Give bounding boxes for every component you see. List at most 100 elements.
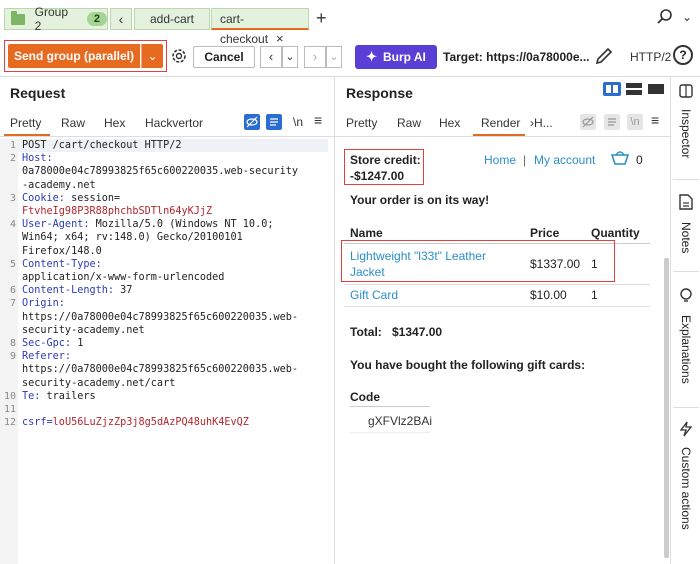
pane-divider[interactable]	[334, 77, 335, 564]
tab-pretty[interactable]: Pretty	[346, 116, 377, 130]
pretty-format-icon[interactable]	[266, 114, 282, 130]
hide-eye-icon[interactable]	[244, 114, 260, 130]
product-quantity: 1	[591, 288, 598, 302]
burp-ai-button[interactable]: ✦ Burp AI	[355, 45, 437, 69]
tab-group-count-badge: 2	[86, 12, 107, 26]
code-line: FtvheIg98P3R88phchbSDTln64yKJjZ	[22, 206, 212, 217]
sidebar-item-explanations[interactable]: Explanations	[679, 315, 693, 384]
cart-icon[interactable]	[611, 151, 629, 167]
back-history-chevron-icon[interactable]: ⌄	[282, 46, 298, 68]
code-line: Firefox/148.0	[22, 246, 102, 257]
code-divider	[350, 432, 430, 433]
line-number: 3	[9, 192, 16, 204]
product-price: $1337.00	[530, 257, 581, 271]
send-group-button[interactable]: Send group (parallel)	[8, 44, 140, 68]
header-name: Te:	[22, 390, 41, 402]
tab-raw[interactable]: Raw	[397, 116, 421, 130]
tab-render[interactable]: Render	[481, 116, 520, 130]
sidebar-divider	[673, 271, 699, 272]
header-value: 37	[114, 285, 133, 297]
tab-hackvertor[interactable]: Hackvertor	[145, 116, 203, 130]
header-value: security-academy.net/cart	[22, 377, 176, 389]
response-scrollbar[interactable]	[664, 258, 669, 558]
header-name: Host:	[22, 153, 53, 165]
back-arrow-icon[interactable]: ‹	[260, 46, 282, 68]
split-horizontal-icon[interactable]	[625, 82, 643, 96]
line-number: 10	[3, 390, 16, 402]
line-number: 7	[9, 298, 16, 310]
close-icon[interactable]: ×	[276, 31, 284, 46]
header-name: Content-Length:	[22, 285, 115, 297]
response-title: Response	[346, 85, 413, 101]
store-credit-label: Store credit:	[350, 153, 421, 167]
param-value: loU56LuZjzZp3j8g5dAzPQ48uhK4EvQZ	[52, 417, 249, 429]
burp-ai-label: Burp AI	[383, 50, 426, 64]
code-line: 0a78000e04c78993825f65c600220035.web-sec…	[22, 166, 298, 177]
code-line: Cookie: session=	[22, 193, 120, 204]
col-header-price: Price	[530, 226, 560, 240]
header-value: application/x-www-form-urlencoded	[22, 272, 225, 283]
code-line: Content-Type:	[22, 259, 102, 270]
header-value: https://0a78000e04c78993825f65c600220035…	[22, 311, 299, 323]
code-line: Sec-Gpc: 1	[22, 338, 83, 349]
header-value: Win64; x64; rv:148.0) Gecko/20100101	[22, 232, 243, 244]
gift-cards-heading: You have bought the following gift cards…	[350, 358, 586, 372]
toolbar-divider	[0, 76, 700, 77]
param-name: csrf=	[22, 417, 53, 429]
cancel-button[interactable]: Cancel	[193, 46, 255, 68]
send-options-chevron-icon[interactable]: ⌄	[141, 44, 163, 68]
tab-hex[interactable]: Hex	[439, 116, 460, 130]
code-line: Host:	[22, 153, 53, 164]
newline-toggle-icon[interactable]: \n	[627, 114, 643, 130]
product-name-link[interactable]: Gift Card	[350, 288, 398, 302]
cookie-value: FtvheIg98P3R88phchbSDTln64yKJjZ	[22, 206, 213, 217]
tab-pretty[interactable]: Pretty	[10, 116, 41, 130]
tab-hex[interactable]: Hex	[104, 116, 125, 130]
sparkle-icon: ✦	[366, 49, 377, 64]
header-name: User-Agent:	[22, 219, 90, 231]
chevron-down-icon[interactable]: ⌄	[682, 10, 692, 24]
header-value: https://0a78000e04c78993825f65c600220035…	[22, 364, 299, 376]
inspector-icon	[679, 84, 693, 98]
hide-eye-icon[interactable]	[580, 114, 596, 130]
newline-toggle-icon[interactable]: \n	[293, 115, 303, 129]
header-value: Firefox/148.0	[22, 245, 102, 257]
protocol-label[interactable]: HTTP/2	[630, 50, 671, 64]
tab-add-cart[interactable]: add-cart	[134, 8, 210, 30]
tab-overflow[interactable]: ›H...	[530, 116, 553, 130]
add-tab-plus-icon[interactable]: +	[316, 8, 327, 29]
product-name-link-cont[interactable]: Jacket	[350, 265, 385, 279]
sidebar-item-custom-actions[interactable]: Custom actions	[679, 447, 693, 530]
collapse-group-chevron-icon[interactable]: ‹	[110, 8, 132, 30]
pretty-format-icon[interactable]	[604, 114, 620, 130]
gear-icon[interactable]	[170, 47, 188, 65]
tab-group-2[interactable]: Group 2 2	[4, 5, 108, 33]
code-header: Code	[350, 390, 380, 404]
nav-my-account-link[interactable]: My account	[534, 153, 595, 167]
help-icon[interactable]: ?	[673, 45, 693, 65]
forward-arrow-icon[interactable]: ›	[304, 46, 326, 68]
product-price: $10.00	[530, 288, 567, 302]
code-line: security-academy.net/cart	[22, 378, 175, 389]
menu-icon[interactable]: ≡	[314, 112, 322, 128]
tab-raw[interactable]: Raw	[61, 116, 85, 130]
target-url: Target: https://0a78000e...	[443, 50, 590, 64]
tab-cart-checkout[interactable]: cart-checkout ×	[211, 8, 309, 46]
sidebar-item-inspector[interactable]: Inspector	[679, 109, 693, 158]
tab-group-label: Group 2	[34, 5, 68, 33]
gift-card-code: gXFVlz2BAi	[368, 414, 433, 428]
single-pane-icon[interactable]	[647, 82, 665, 96]
sidebar-item-notes[interactable]: Notes	[679, 222, 693, 253]
product-name-link[interactable]: Lightweight "l33t" Leather	[350, 249, 486, 263]
search-icon[interactable]	[656, 8, 674, 26]
pencil-icon[interactable]	[594, 46, 614, 66]
menu-icon[interactable]: ≡	[651, 112, 659, 128]
split-vertical-icon[interactable]	[603, 82, 621, 96]
nav-home-link[interactable]: Home	[484, 153, 516, 167]
order-message: Your order is on its way!	[350, 193, 490, 207]
code-line: https://0a78000e04c78993825f65c600220035…	[22, 364, 298, 375]
header-value: session=	[64, 192, 121, 204]
forward-history-chevron-icon[interactable]: ⌄	[326, 46, 342, 68]
code-line: -academy.net	[22, 180, 96, 191]
code-line: https://0a78000e04c78993825f65c600220035…	[22, 312, 298, 323]
